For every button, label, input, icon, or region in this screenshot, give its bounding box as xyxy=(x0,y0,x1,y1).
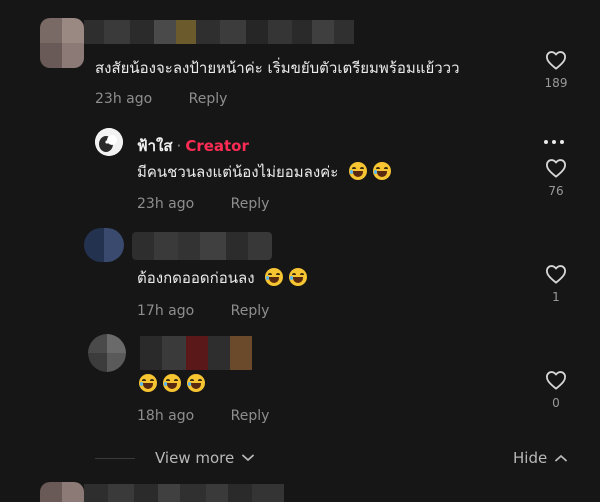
hide-button[interactable]: Hide xyxy=(513,449,568,467)
comment-time: 23h ago xyxy=(137,196,195,212)
comment-time: 18h ago xyxy=(137,408,195,424)
reply-button[interactable]: Reply xyxy=(189,91,228,107)
more-dots-icon[interactable] xyxy=(544,140,564,144)
tears-of-joy-emoji xyxy=(349,162,368,180)
username-pixelated[interactable] xyxy=(84,484,284,502)
chevron-up-icon xyxy=(555,455,568,462)
avatar[interactable] xyxy=(84,228,124,262)
comments-panel: สงสัยน้องจะลงป้ายหน้าค่ะ เริ่มขยับตัวเตร… xyxy=(0,0,600,502)
tears-of-joy-emoji xyxy=(373,162,392,180)
tears-of-joy-emoji xyxy=(187,374,205,392)
tears-of-joy-emoji xyxy=(163,374,181,392)
like-count: 189 xyxy=(544,76,568,90)
comment-meta: 17h ago Reply xyxy=(137,302,269,320)
tears-of-joy-emoji xyxy=(139,374,157,392)
comment-time: 17h ago xyxy=(137,303,195,319)
reply-button[interactable]: Reply xyxy=(231,408,270,424)
chevron-down-icon xyxy=(242,454,255,461)
tears-of-joy-emoji xyxy=(289,268,308,286)
comment-text: มีคนชวนลงแต่น้องไม่ยอมลงค่ะ xyxy=(137,162,397,182)
comment-meta: 23h ago Reply xyxy=(137,195,269,213)
like-button[interactable]: 76 xyxy=(536,158,576,198)
like-button[interactable]: 0 xyxy=(536,370,576,410)
view-more-label: View more xyxy=(155,449,235,467)
creator-avatar[interactable] xyxy=(95,128,123,156)
comment-text-content: มีคนชวนลงแต่น้องไม่ยอมลงค่ะ xyxy=(137,163,339,181)
comment-text xyxy=(139,374,211,394)
like-button[interactable]: 1 xyxy=(536,264,576,304)
view-more-button[interactable]: View more xyxy=(155,449,255,467)
creator-name[interactable]: ฟ้าใส xyxy=(137,134,173,158)
tears-of-joy-emoji xyxy=(265,268,284,286)
comment-text: สงสัยน้องจะลงป้ายหน้าค่ะ เริ่มขยับตัวเตร… xyxy=(95,59,460,77)
comment-meta: 18h ago Reply xyxy=(137,407,269,425)
username-pixelated[interactable] xyxy=(132,232,272,260)
like-count: 1 xyxy=(552,290,560,304)
heart-outline-icon xyxy=(546,371,566,390)
comment-text: ต้องกดออดก่อนลง xyxy=(137,268,313,288)
comment-text-content: ต้องกดออดก่อนลง xyxy=(137,269,255,287)
comment-time: 23h ago xyxy=(95,91,153,107)
username-pixelated[interactable] xyxy=(84,20,356,44)
reply-button[interactable]: Reply xyxy=(231,196,270,212)
avatar[interactable] xyxy=(40,482,84,502)
heart-outline-icon xyxy=(546,265,566,284)
comment-meta: 23h ago Reply xyxy=(95,90,227,108)
heart-outline-icon xyxy=(546,159,566,178)
like-count: 0 xyxy=(552,396,560,410)
hide-label: Hide xyxy=(513,449,548,467)
creator-avatar-image xyxy=(95,128,123,156)
creator-header: ฟ้าใส · Creator xyxy=(137,134,249,158)
like-button[interactable]: 189 xyxy=(536,50,576,90)
avatar[interactable] xyxy=(40,18,84,68)
like-count: 76 xyxy=(548,184,564,198)
reply-button[interactable]: Reply xyxy=(231,303,270,319)
username-pixelated[interactable] xyxy=(140,336,252,370)
avatar[interactable] xyxy=(88,334,126,372)
replies-divider xyxy=(95,458,135,459)
separator-dot: · xyxy=(176,137,182,155)
heart-outline-icon xyxy=(546,51,566,70)
creator-badge: Creator xyxy=(185,137,249,155)
